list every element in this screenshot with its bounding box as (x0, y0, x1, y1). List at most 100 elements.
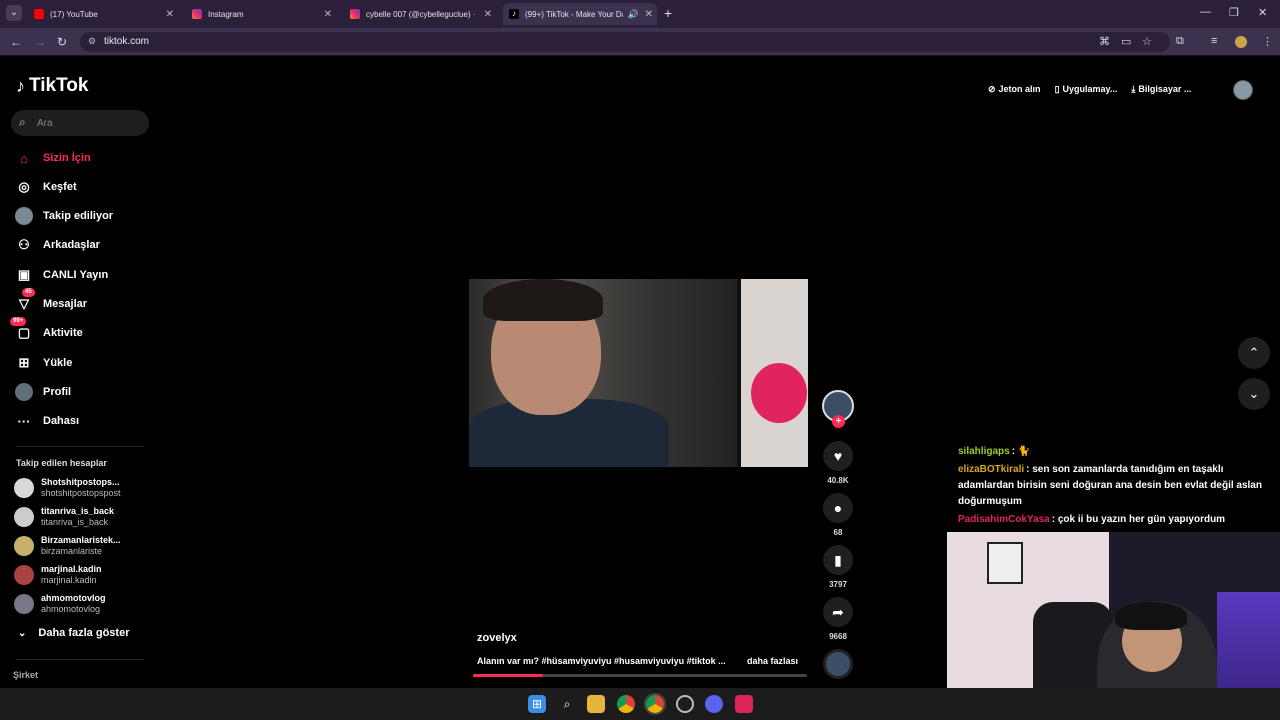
cast-icon[interactable]: ▭ (1121, 35, 1131, 48)
comment-button[interactable]: ● (823, 493, 853, 523)
tiktok-logo[interactable]: ♪ TikTok (16, 75, 88, 97)
following-account[interactable]: Shotshitpostops... shotshitpostopspost (14, 475, 154, 501)
tab-title: (17) YouTube (50, 9, 98, 19)
get-coins-button[interactable]: ⊘ Jeton alın (988, 84, 1041, 95)
video-author[interactable]: zovelyx (477, 632, 517, 644)
back-icon[interactable]: ← (10, 35, 22, 49)
minimize-icon[interactable]: — (1200, 6, 1211, 18)
save-button[interactable]: ▮ (823, 545, 853, 575)
tab-youtube[interactable]: (17) YouTube ✕ (28, 3, 178, 25)
desktop-app-button[interactable]: ⤓ Bilgisayar ... (1131, 84, 1191, 95)
chevron-down-icon: ⌄ (18, 627, 27, 639)
close-icon[interactable]: ✕ (645, 9, 653, 20)
following-account[interactable]: Birzamanlaristek... birzamanlariste (14, 533, 154, 559)
follow-plus-icon[interactable]: + (832, 415, 845, 428)
extensions-icon[interactable]: ⧉ (1176, 35, 1184, 48)
tab-instagram[interactable]: Instagram ✕ (186, 3, 336, 25)
show-more-button[interactable]: ⌄ Daha fazla göster (18, 627, 129, 639)
download-icon: ⤓ (1131, 83, 1136, 94)
nav-label: Keşfet (43, 181, 77, 193)
nav-live[interactable]: ▣ CANLI Yayın (14, 264, 108, 286)
share-button[interactable]: ➦ (823, 597, 853, 627)
app-red-icon[interactable] (735, 695, 753, 713)
chat-text: : çok ii bu yazın her gün yapıyordum (1051, 514, 1226, 525)
following-header: Takip edilen hesaplar (16, 458, 107, 468)
home-icon: ⌂ (20, 150, 28, 166)
nav-profile[interactable]: Profil (14, 381, 71, 403)
comment-icon: ● (833, 500, 843, 516)
tab-search-button[interactable]: ⌄ (6, 5, 22, 21)
video-frame-left (469, 279, 737, 467)
file-explorer-icon[interactable] (587, 695, 605, 713)
tiktok-icon: ♪ (509, 9, 519, 19)
nav-following[interactable]: Takip ediliyor (14, 205, 113, 227)
tab-tiktok[interactable]: ♪ (99+) TikTok - Make Your Da 🔊 ✕ (503, 3, 657, 25)
heart-icon: ♥ (833, 448, 843, 464)
menu-icon[interactable]: ⋮ (1262, 35, 1273, 48)
close-icon[interactable]: ✕ (166, 9, 174, 20)
webcam-hair (1115, 602, 1187, 630)
avatar (14, 565, 34, 585)
music-disc[interactable] (823, 649, 853, 679)
like-count: 40.8K (827, 476, 849, 485)
chat-message: PadisahimCokYasa: çok ii bu yazın her gü… (958, 512, 1268, 528)
profile-avatar[interactable] (1235, 36, 1247, 48)
next-video-button[interactable]: ⌄ (1238, 378, 1270, 410)
like-button[interactable]: ♥ (823, 441, 853, 471)
get-app-button[interactable]: ▯ Uygulamay... (1055, 84, 1118, 95)
instagram-icon (192, 9, 202, 19)
following-account[interactable]: ahmomotovlog ahmomotovlog (14, 591, 154, 617)
app-icon[interactable] (676, 695, 694, 713)
nav-label: Dahası (43, 415, 80, 427)
nav-more[interactable]: ··· Dahası (14, 410, 80, 432)
nav-activity[interactable]: ▢ 99+ Aktivite (10, 317, 83, 344)
restore-icon[interactable]: ❐ (1229, 6, 1239, 19)
close-window-icon[interactable]: ✕ (1258, 6, 1267, 19)
close-icon[interactable]: ✕ (484, 9, 492, 20)
logo-text: TikTok (29, 75, 89, 96)
chrome-icon[interactable] (617, 695, 635, 713)
user-avatar[interactable] (1233, 80, 1253, 100)
site-info-icon[interactable]: ⚙ (88, 36, 96, 47)
account-handle: marjinal.kadin (41, 575, 97, 585)
reload-icon[interactable]: ↻ (57, 35, 67, 49)
search-input[interactable] (37, 115, 142, 131)
speaker-icon[interactable]: 🔊 (628, 9, 639, 20)
previous-video-button[interactable]: ⌃ (1238, 337, 1270, 369)
chat-message: silahligaps: 🐈 (958, 444, 1268, 460)
friends-icon: ⚇ (18, 237, 30, 252)
video-frame-right (741, 279, 808, 467)
nav-messages[interactable]: ▽ 45 Mesajlar (14, 288, 87, 315)
chrome-active-icon[interactable] (644, 693, 666, 715)
address-bar[interactable]: ⚙ tiktok.com (80, 32, 1170, 52)
discord-icon[interactable] (705, 695, 723, 713)
forward-icon[interactable]: → (34, 35, 46, 49)
tab-instagram-profile[interactable]: cybelle 007 (@cybelleguclue) · ✕ (344, 3, 496, 25)
following-account[interactable]: titanriva_is_back titanriva_is_back (14, 504, 154, 530)
new-tab-button[interactable]: + (664, 5, 672, 21)
get-coins-label: Jeton alın (998, 84, 1041, 94)
nav-friends[interactable]: ⚇ Arkadaşlar (14, 234, 100, 256)
video-progress[interactable] (473, 674, 807, 677)
following-account[interactable]: marjinal.kadin marjinal.kadin (14, 562, 154, 588)
translate-icon[interactable]: ⌘ (1099, 35, 1110, 48)
video-player[interactable] (469, 279, 808, 467)
company-link[interactable]: Şirket (13, 670, 38, 680)
windows-start-icon[interactable]: ⊞ (528, 695, 546, 713)
nav-upload[interactable]: ⊞ Yükle (14, 352, 73, 374)
nav-for-you[interactable]: ⌂ Sizin İçin (14, 147, 91, 169)
close-icon[interactable]: ✕ (324, 9, 332, 20)
search-box[interactable]: ⌕ (11, 110, 149, 136)
search-icon[interactable]: ⌕ (558, 695, 576, 713)
top-actions: ⊘ Jeton alın ▯ Uygulamay... ⤓ Bilgisayar… (988, 73, 1205, 105)
avatar (14, 594, 34, 614)
nav-label: CANLI Yayın (43, 269, 109, 281)
account-name: titanriva_is_back (41, 506, 115, 516)
divider (16, 659, 144, 660)
chat-username: elizaBOTkirali (958, 464, 1025, 475)
nav-explore[interactable]: ◎ Keşfet (14, 176, 77, 198)
bookmark-star-icon[interactable]: ☆ (1142, 35, 1152, 48)
caption-more-button[interactable]: daha fazlası (747, 656, 798, 666)
nav-label: Aktivite (43, 327, 83, 339)
media-icon[interactable]: ≡ (1211, 35, 1217, 47)
